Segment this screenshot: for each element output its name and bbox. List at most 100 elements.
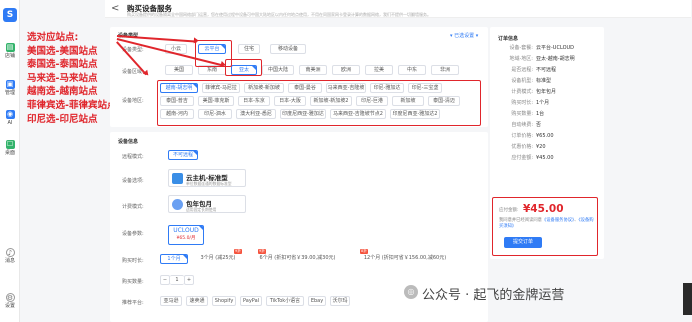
site-label: 设备地区: [122, 98, 144, 104]
page-header: < 购买设备服务 购买设备提供的设备隔离全中国网络部门运营，您在使用过程中设备可… [105, 0, 691, 18]
annotation-line: 越南选-越南站点 [27, 86, 98, 98]
payable-label: 应付金额: [499, 208, 519, 213]
annotation-line: 马来选-马来站点 [27, 72, 98, 84]
manage-icon: ▣ [5, 80, 15, 89]
nav-desktop[interactable]: ☐ 桌面 [1, 140, 19, 156]
quantity-minus-button[interactable]: − [160, 275, 170, 285]
param-label: 设备参数: [122, 231, 144, 237]
order-row: 自动续费: 否 [511, 122, 542, 128]
billing-icon [172, 199, 183, 210]
discount-badge: 9折 [258, 249, 266, 254]
platform-label: 推荐平台: [122, 300, 144, 306]
store-icon: ▤ [5, 43, 15, 52]
section-title: 设备信息 [118, 139, 139, 145]
platform-tag[interactable]: Ebay [308, 296, 326, 306]
order-row: 地域-地区: 亚太-越南-胡志明 [509, 56, 575, 62]
nav-ai-label: AI [7, 120, 13, 126]
highlight-box [157, 80, 481, 126]
nav-store[interactable]: ▤ 店铺 [1, 43, 19, 59]
param-value: UCLOUD [173, 227, 199, 234]
desktop-icon: ☐ [5, 140, 15, 149]
duration-option[interactable]: 6个月 (折扣可省￥39.00,减30元) [250, 254, 345, 264]
order-row: 设备机型: 标准型 [511, 78, 552, 84]
annotation-line: 选对应站点: [27, 32, 79, 43]
param-option[interactable]: UCLOUD ¥65.0/月 [168, 225, 204, 245]
order-row: 应付金额: ¥45.00 [511, 155, 554, 161]
annotation-line: 菲律宾选-菲律宾站点 [27, 99, 117, 111]
bell-icon: ♪ [5, 248, 15, 257]
platform-tag[interactable]: 速卖通 [186, 296, 208, 306]
back-button[interactable]: < [111, 3, 119, 14]
agreement-text: 我同意并已经阅读同意 [499, 218, 542, 223]
nav-ai[interactable]: ◉ AI [1, 110, 19, 126]
region-option[interactable]: 拉美 [365, 65, 393, 75]
agreement-note: 我同意并已经阅读同意《设备服务协议》、《设备购买须知》 [499, 218, 595, 230]
order-row: 购买时长: 1个月 [511, 100, 550, 106]
duration-option-selected[interactable]: 1个月 [160, 254, 188, 264]
duration-label: 购买时长: [122, 258, 144, 264]
duration-option[interactable]: 12个月 (折扣可省￥156.00,减60元) [350, 254, 460, 264]
order-row: 优惠价格: ¥20 [511, 144, 546, 150]
nav-manage-label: 管理 [4, 90, 15, 96]
payment-box: 应付金额: ¥45.00 我同意并已经阅读同意《设备服务协议》、《设备购买须知》… [492, 197, 598, 256]
type-option[interactable]: 住宅 [238, 44, 260, 54]
red-annotation: 选对应站点: 美国选-美国站点 泰国选-泰国站点 马来选-马来站点 越南选-越南… [27, 31, 117, 126]
billing-label: 计费模式: [122, 204, 144, 210]
selected-settings-link-text: 已选设置 [454, 33, 475, 39]
nav-messages-label: 消息 [4, 258, 15, 264]
quantity-plus-button[interactable]: + [184, 275, 194, 285]
annotation-line: 美国选-美国站点 [27, 45, 98, 57]
app-logo: S [3, 8, 17, 22]
nav-settings[interactable]: ⚙ 设置 [1, 293, 19, 309]
quantity-label: 购买数量: [122, 279, 144, 285]
nav-settings-label: 设置 [4, 303, 15, 309]
region-option[interactable]: 中国大陆 [262, 65, 294, 75]
watermark: 公众号 · 起飞的金牌运营 [422, 288, 565, 303]
left-sidebar: S ▤ 店铺 ▣ 管理 ◉ AI ☐ 桌面 ♪ 消息 ⚙ 设置 [0, 0, 20, 322]
quantity-input[interactable]: 1 [170, 275, 184, 285]
param-price: ¥65.0/月 [176, 236, 196, 241]
annotation-line: 印尼选-印尼站点 [27, 113, 98, 125]
spec-label: 设备选项: [122, 178, 144, 184]
platform-tag[interactable]: Shopify [212, 296, 236, 306]
discount-badge: 8折 [360, 249, 368, 254]
spec-card[interactable]: 云主机-标准型 单位数据连通的数据标准型 [168, 169, 246, 187]
region-option[interactable]: 美国 [165, 65, 193, 75]
service-agreement-link[interactable]: 《设备服务协议》 [542, 218, 574, 223]
payable-amount: ¥45.00 [523, 203, 564, 215]
cloud-host-icon [172, 173, 183, 184]
platform-tag[interactable]: 亚马逊 [160, 296, 182, 306]
highlight-box [225, 59, 262, 76]
order-title: 订单信息 [498, 36, 519, 42]
order-row: 订单价格: ¥65.00 [511, 133, 554, 139]
platform-tag[interactable]: 沃尔玛 [330, 296, 350, 306]
region-option[interactable]: 欧洲 [332, 65, 360, 75]
order-row: 是否远程: 不可远程 [511, 67, 557, 73]
ai-icon: ◉ [5, 110, 15, 119]
remote-label: 远程模式: [122, 154, 144, 160]
platform-tag[interactable]: PayPal [240, 296, 262, 306]
region-option[interactable]: 南美洲 [299, 65, 327, 75]
type-option[interactable]: 移动设备 [270, 44, 306, 54]
order-row: 设备-套餐: 云平台-UCLOUD [509, 45, 575, 51]
billing-subtitle: 适用固定长期使用 [186, 207, 217, 212]
wechat-icon: ◎ [404, 285, 418, 299]
region-option[interactable]: 中东 [398, 65, 426, 75]
app: S ▤ 店铺 ▣ 管理 ◉ AI ☐ 桌面 ♪ 消息 ⚙ 设置 选对应站点: 美国选-美国站… [0, 0, 692, 322]
phone-thumbnail [683, 283, 692, 315]
selected-settings-link[interactable]: ▾ 已选设置 ▾ [450, 32, 478, 39]
order-row: 购买数量: 1台 [511, 111, 545, 117]
billing-card[interactable]: 包年包月 适用固定长期使用 [168, 195, 246, 213]
submit-order-button[interactable]: 提交订单 [504, 237, 542, 248]
filter-icon: ▾ [450, 33, 453, 39]
nav-messages[interactable]: ♪ 消息 [1, 248, 19, 264]
settings-icon: ⚙ [5, 293, 15, 302]
duration-option[interactable]: 3个月 (减25元) [192, 254, 244, 264]
page-description: 购买设备提供的设备隔离全中国网络部门运营，您在使用过程中设备可中国大陆地区以内任… [127, 12, 431, 17]
remote-option[interactable]: 不可远程 [168, 150, 198, 160]
platform-tag[interactable]: TikTok小语言 [266, 296, 304, 306]
discount-badge: 9折 [234, 249, 242, 254]
order-row: 计费模式: 包年包月 [511, 89, 557, 95]
region-option[interactable]: 非洲 [431, 65, 459, 75]
nav-manage[interactable]: ▣ 管理 [1, 80, 19, 96]
